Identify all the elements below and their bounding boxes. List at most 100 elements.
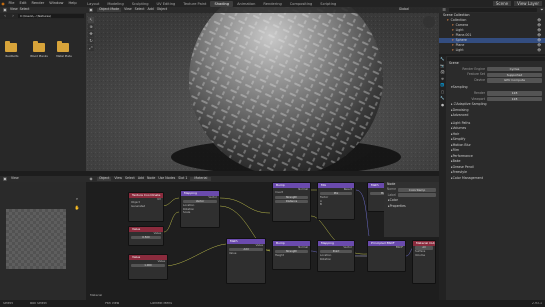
move-tool-icon[interactable]: ✥ — [88, 31, 94, 37]
node-view-menu[interactable]: View — [114, 177, 122, 180]
navigation-gizmo[interactable] — [423, 16, 435, 28]
render-samples-field[interactable]: 128 — [487, 91, 542, 96]
visibility-icon[interactable]: 👁 — [537, 33, 541, 37]
material-tab-icon[interactable]: ● — [439, 103, 446, 108]
pan-icon[interactable]: ✋ — [74, 205, 80, 211]
node-mix[interactable]: Mix Result Mix Factor A B — [317, 182, 355, 220]
outliner-search[interactable] — [449, 8, 537, 12]
node-field[interactable]: 0.500 — [131, 235, 161, 240]
menu-render[interactable]: Render — [29, 1, 47, 6]
visibility-icon[interactable]: 👁 — [537, 48, 541, 52]
scene-tab-icon[interactable]: ⛯ — [439, 77, 446, 82]
view-layer-selector[interactable]: View Layer — [514, 1, 542, 6]
zoom-icon[interactable]: ⌕ — [74, 196, 80, 202]
3d-viewport[interactable]: ▣ Object Mode View Select Add Object Glo… — [86, 7, 439, 171]
modifier-tab-icon[interactable]: 🔧 — [439, 96, 446, 101]
back-icon[interactable]: ‹ — [2, 13, 8, 19]
tab-modeling[interactable]: Modeling — [103, 1, 127, 7]
folder-label[interactable]: Rustbolts — [3, 55, 21, 58]
transform-orientation[interactable]: Global — [399, 8, 409, 11]
node-add-menu[interactable]: Add — [138, 177, 144, 180]
menu-help[interactable]: Help — [66, 1, 79, 6]
node-field[interactable]: Strength — [275, 195, 308, 200]
tool-tab-icon[interactable]: 🔧 — [439, 57, 446, 62]
render-engine-dropdown[interactable]: Cycles — [487, 67, 542, 72]
feature-set-dropdown[interactable]: Supported — [487, 72, 542, 77]
advanced-section[interactable]: ▸ Advanced — [447, 113, 545, 119]
tab-scripting[interactable]: Scripting — [316, 1, 340, 7]
folder-icon[interactable] — [5, 41, 17, 52]
node-node-menu[interactable]: Node — [147, 177, 155, 180]
node-select-menu[interactable]: Select — [125, 177, 135, 180]
viewport-samples-field[interactable]: 128 — [487, 97, 542, 102]
scale-tool-icon[interactable]: ⤢ — [88, 45, 94, 51]
menu-edit[interactable]: Edit — [17, 1, 29, 6]
visibility-icon[interactable]: 👁 — [537, 28, 541, 32]
properties-section[interactable]: ▸ Color Management — [447, 175, 545, 181]
node-bump[interactable]: Bump Normal Strength Height — [272, 240, 311, 270]
device-dropdown[interactable]: GPU Compute — [487, 78, 542, 83]
world-tab-icon[interactable]: 🌐 — [439, 83, 446, 88]
object-tab-icon[interactable]: ▢ — [439, 90, 446, 95]
use-nodes-checkbox[interactable]: Use Nodes — [158, 177, 175, 180]
node-bump[interactable]: Bump Normal Invert Strength Distance — [272, 182, 311, 222]
visibility-icon[interactable]: 👁 — [537, 38, 541, 42]
file-browser-view-menu[interactable]: View — [10, 8, 18, 11]
material-selector[interactable]: Material — [190, 177, 212, 181]
visibility-icon[interactable]: 👁 — [537, 18, 541, 22]
menu-file[interactable]: File — [6, 1, 17, 6]
node-header[interactable]: Material Output — [413, 241, 435, 246]
rotate-tool-icon[interactable]: ↻ — [88, 38, 94, 44]
image-editor[interactable]: ▣ View ⌕ ✋ — [0, 176, 86, 300]
mode-selector[interactable]: Object Mode — [97, 8, 122, 12]
menu-window[interactable]: Window — [47, 1, 66, 6]
render-tab-icon[interactable]: 📷 — [439, 64, 446, 69]
image-view-menu[interactable]: View — [11, 177, 19, 180]
node-principled-bsdf[interactable]: Principled BSDF BSDF — [367, 240, 406, 272]
editor-type-icon[interactable]: ◈ — [88, 176, 94, 182]
editor-type-icon[interactable]: ▣ — [2, 176, 8, 182]
viewport-view-menu[interactable]: View — [124, 8, 132, 11]
select-tool-icon[interactable]: ↖ — [88, 17, 94, 23]
properties-search[interactable] — [447, 56, 545, 61]
viewport-object-menu[interactable]: Object — [157, 8, 167, 11]
path-field[interactable]: C:\Users\...\Textures\ — [18, 13, 84, 19]
tab-sculpting[interactable]: Sculpting — [128, 1, 153, 7]
node-object-selector[interactable]: Object — [97, 177, 112, 181]
tab-rendering[interactable]: Rendering — [259, 1, 285, 7]
tab-shading[interactable]: Shading — [210, 0, 234, 7]
folder-icon[interactable] — [33, 41, 45, 52]
viewport-add-menu[interactable]: Add — [148, 8, 154, 11]
node-math[interactable]: Math Value Add Value — [226, 238, 266, 284]
tab-animation[interactable]: Animation — [233, 1, 259, 7]
tab-layout[interactable]: Layout — [83, 1, 103, 7]
forward-icon[interactable]: › — [10, 13, 16, 19]
tab-texture-paint[interactable]: Texture Paint — [179, 1, 210, 7]
slot-selector[interactable]: Slot 1 — [178, 177, 187, 180]
file-browser-select-menu[interactable]: Select — [20, 8, 30, 11]
node-texture-coordinate[interactable]: Texture Coordinate UV Object Generated — [128, 192, 164, 222]
folder-label[interactable]: Metal Plate — [53, 55, 75, 58]
node-mapping[interactable]: Mapping Vector Point Location Rotation — [317, 240, 355, 272]
name-field[interactable]: ColorRamp — [398, 187, 436, 192]
tab-uv-editing[interactable]: UV Editing — [153, 1, 180, 7]
editor-type-icon[interactable]: ▣ — [88, 7, 94, 13]
node-field[interactable]: Distance — [275, 199, 308, 204]
tab-compositing[interactable]: Compositing — [286, 1, 317, 7]
visibility-icon[interactable]: 👁 — [537, 23, 541, 27]
node-material-output[interactable]: Material Output All Surface Volume — [412, 240, 436, 284]
node-value[interactable]: Value Value 1.000 — [128, 254, 168, 280]
filter-icon[interactable]: ⏷ — [539, 7, 545, 13]
label-field[interactable] — [398, 193, 436, 198]
properties-section[interactable]: ▸ Properties — [384, 204, 439, 210]
outliner-item[interactable]: ▾ Light 👁 — [439, 48, 545, 53]
visibility-icon[interactable]: 👁 — [537, 43, 541, 47]
folder-label[interactable]: Wood Planks — [28, 55, 50, 58]
cursor-tool-icon[interactable]: ⊕ — [88, 24, 94, 30]
scene-selector[interactable]: Scene — [492, 1, 512, 6]
node-field[interactable]: 1.000 — [131, 263, 165, 268]
viewport-select-menu[interactable]: Select — [135, 8, 145, 11]
folder-icon[interactable] — [57, 41, 69, 52]
node-value[interactable]: Value Value 0.500 — [128, 226, 164, 246]
output-tab-icon[interactable]: 🖨 — [439, 70, 446, 75]
